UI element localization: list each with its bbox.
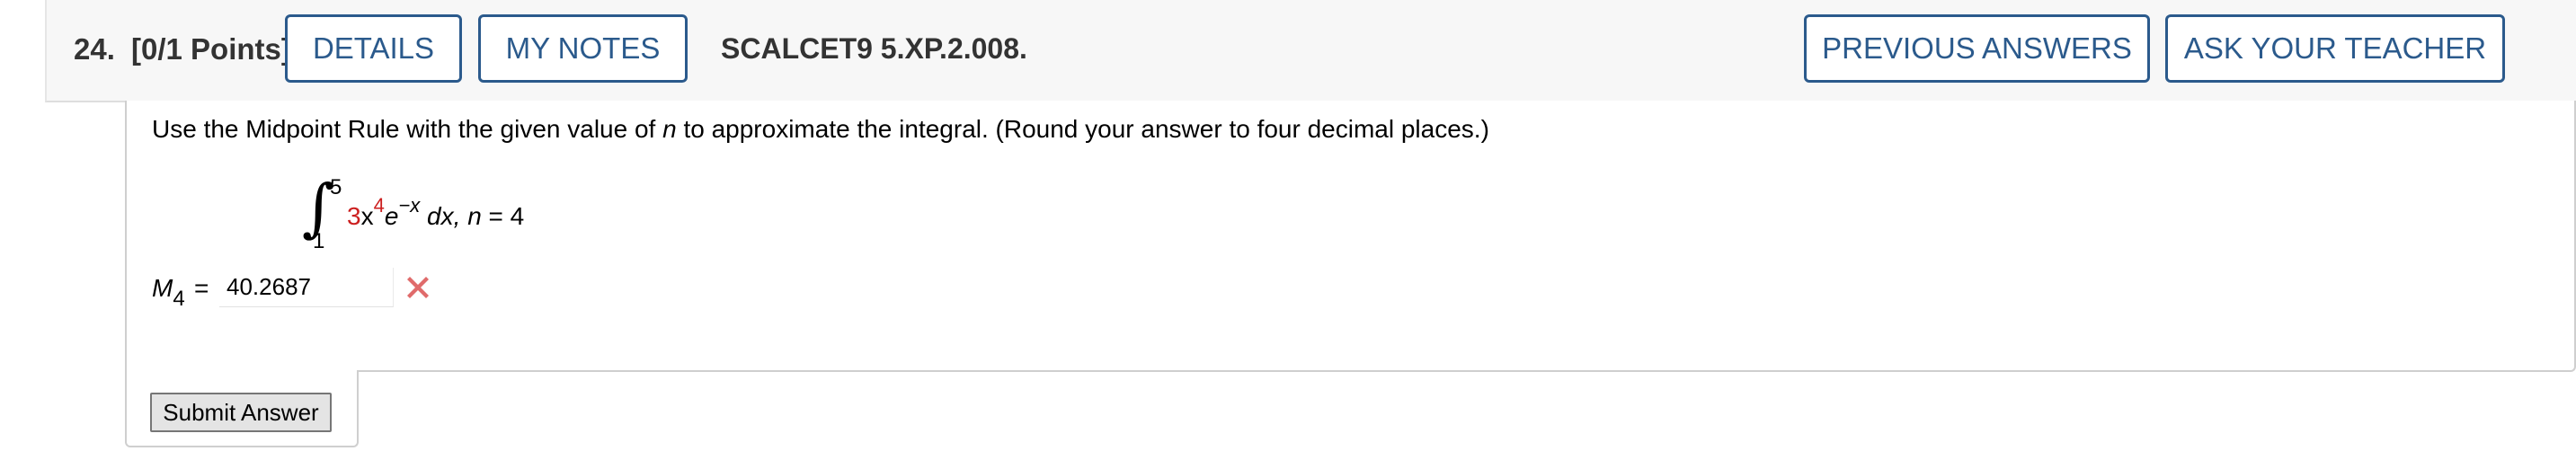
integrand-coefficient: 3	[347, 202, 361, 230]
instructions-prefix: Use the Midpoint Rule with the given val…	[152, 115, 663, 143]
details-button[interactable]: DETAILS	[285, 14, 462, 83]
integral-upper-limit: 5	[330, 175, 342, 199]
question-instructions: Use the Midpoint Rule with the given val…	[152, 115, 1489, 144]
previous-answers-button[interactable]: PREVIOUS ANSWERS	[1804, 14, 2150, 83]
exp-power: −x	[398, 194, 421, 217]
answer-label-letter: M	[152, 274, 173, 302]
integrand-expression: 3x4e−x dx, n = 4	[347, 194, 525, 231]
answer-label: M4	[152, 274, 185, 311]
differential: dx,	[420, 202, 468, 230]
incorrect-x-icon	[407, 277, 429, 298]
question-id: SCALCET9 5.XP.2.008.	[721, 32, 1027, 65]
integrand-exponent: 4	[373, 194, 385, 217]
points-label: [0/1 Points]	[131, 32, 291, 66]
instructions-variable: n	[662, 115, 677, 143]
my-notes-button[interactable]: MY NOTES	[478, 14, 688, 83]
n-variable: n	[467, 202, 482, 230]
answer-label-subscript: 4	[173, 287, 185, 311]
submit-answer-button[interactable]: Submit Answer	[150, 393, 332, 432]
equals-sign: =	[194, 274, 209, 302]
question-number: 24.	[74, 32, 115, 66]
question-page: 24. [0/1 Points] DETAILS MY NOTES SCALCE…	[0, 0, 2576, 460]
answer-input[interactable]	[219, 268, 394, 307]
ask-your-teacher-button[interactable]: ASK YOUR TEACHER	[2165, 14, 2505, 83]
exp-base: e	[384, 202, 399, 230]
integral-lower-limit: 1	[313, 229, 325, 253]
integrand-variable: x	[360, 202, 374, 230]
instructions-suffix: to approximate the integral. (Round your…	[676, 115, 1489, 143]
n-value: = 4	[481, 202, 525, 230]
